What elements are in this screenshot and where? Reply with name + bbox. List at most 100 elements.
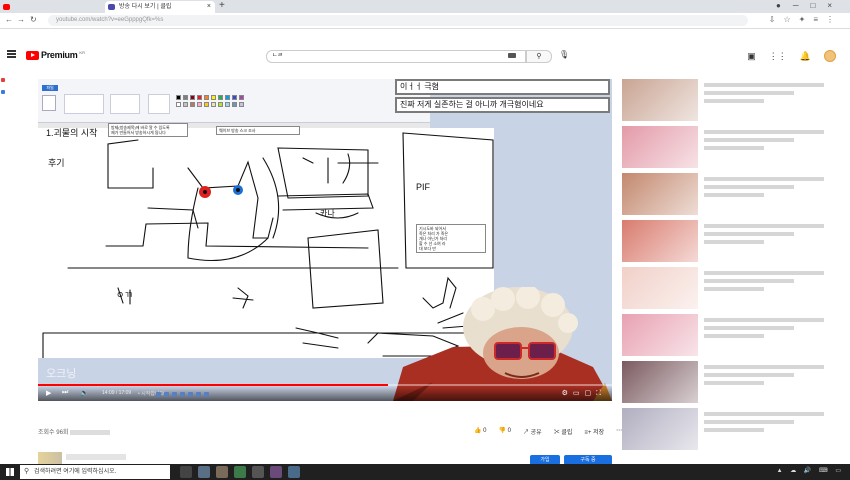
play-icon[interactable]: ▶ — [46, 389, 51, 397]
save-button[interactable]: ≡+ 저장 — [584, 427, 604, 436]
clip-button[interactable]: ✂ 클립 — [554, 427, 573, 436]
recommendation-text-placeholder — [704, 138, 794, 142]
recommendation-text-placeholder — [704, 130, 824, 134]
recommendation-thumbnail[interactable] — [622, 408, 698, 450]
reload-icon[interactable]: ↻ — [30, 15, 37, 24]
new-tab-button[interactable]: + — [219, 0, 225, 12]
logo-text: Premium — [41, 50, 78, 60]
note-line: 대 보다 만 — [419, 246, 436, 251]
youtube-favicon-icon — [3, 4, 10, 10]
recommendation-text-placeholder — [704, 224, 824, 228]
timecode: 14:09 / 17:09 — [102, 390, 132, 396]
window-controls[interactable]: ●─□× — [776, 0, 844, 12]
share-label: 공유 — [530, 430, 542, 436]
browser-tab-bar: 방송 다시 보기 | 클립 × + ●─□× — [0, 0, 850, 13]
dislike-button[interactable]: 👎 0 — [498, 427, 510, 436]
recommendation-thumbnail[interactable] — [622, 220, 698, 262]
recommendation-thumbnail[interactable] — [622, 173, 698, 215]
brushes-group — [148, 94, 170, 114]
browser-tab-youtube[interactable] — [0, 1, 28, 13]
browser-toolbar-icons[interactable]: ⇩☆✦≡⋮ — [769, 15, 842, 24]
share-button[interactable]: ↗ 공유 — [523, 427, 542, 436]
system-tray[interactable]: ▲ ☁ 🔊 ⌨ ▭ — [777, 467, 844, 474]
handwritten-text: 후기 — [48, 158, 65, 168]
address-bar-row: ← → ↻ youtube.com/watch?v=eeGpppgQfk=%s … — [0, 13, 850, 29]
app-icon[interactable] — [288, 466, 300, 478]
app-icon[interactable] — [216, 466, 228, 478]
recommendation-text-placeholder — [704, 412, 824, 416]
notifications-bell-icon[interactable]: 🔔 — [800, 51, 811, 62]
forward-icon[interactable]: → — [17, 15, 25, 24]
youtube-play-icon — [26, 50, 39, 60]
video-player[interactable]: 파일 1.괴물의 시작 후기 카나 PIF ㅇㄲ 방제(방송제목)에 바로 알 … — [38, 79, 612, 401]
search-button[interactable]: ⚲ — [526, 50, 552, 63]
recommendation-thumbnail[interactable] — [622, 361, 698, 403]
volume-icon[interactable]: 🔈 — [80, 389, 89, 397]
stream-taskbar — [156, 390, 266, 397]
taskbar-search-input[interactable]: 검색하려면 여기에 입력하십시오. — [20, 465, 170, 479]
taskview-icon[interactable] — [180, 466, 192, 478]
recommendation-item[interactable] — [622, 267, 850, 311]
youtube-header: Premium KR ㄴㄹ ⚲ 🎙 ▣ ⋮⋮ 🔔 — [0, 42, 850, 70]
app-icon[interactable] — [252, 466, 264, 478]
recommendation-thumbnail[interactable] — [622, 267, 698, 309]
app-icon[interactable] — [270, 466, 282, 478]
color-palette — [176, 95, 276, 113]
recommendation-item[interactable] — [622, 220, 850, 264]
image-tools-group — [64, 94, 104, 114]
bookmarks-bar — [0, 29, 850, 40]
handwritten-text: 1.괴물의 시작 — [46, 128, 98, 138]
browser-tab-active[interactable]: 방송 다시 보기 | 클립 × — [105, 1, 215, 13]
tab-label: 방송 다시 보기 | 클립 — [119, 4, 172, 10]
recommendation-item[interactable] — [622, 314, 850, 358]
apps-grid-icon[interactable]: ⋮⋮ — [769, 51, 787, 62]
recommendation-text-placeholder — [704, 146, 764, 150]
upload-date — [70, 429, 111, 435]
next-icon[interactable]: ⏭ — [62, 389, 68, 397]
search-input[interactable]: ㄴㄹ — [266, 50, 526, 63]
canvas-note-box: 웨이브 방송 스크 조사 — [216, 126, 300, 135]
indicator-icon — [1, 78, 5, 82]
create-video-icon[interactable]: ▣ — [747, 51, 756, 62]
recommendation-item[interactable] — [622, 126, 850, 170]
recommendation-text-placeholder — [704, 185, 794, 189]
windows-start-icon[interactable] — [6, 468, 14, 476]
channel-name[interactable] — [66, 454, 126, 460]
video-actions: 👍 0 👎 0 ↗ 공유 ✂ 클립 ≡+ 저장 ⋯ — [474, 427, 622, 436]
handwritten-text: ㅇㄲ — [116, 290, 133, 300]
recommendation-text-placeholder — [704, 271, 824, 275]
back-icon[interactable]: ← — [5, 15, 13, 24]
recommendation-item[interactable] — [622, 408, 850, 452]
handwritten-text: PIF — [416, 182, 431, 192]
recommendation-item[interactable] — [622, 173, 850, 217]
hamburger-menu-icon[interactable] — [7, 50, 16, 58]
recommendation-text-placeholder — [704, 232, 794, 236]
recommendation-item[interactable] — [622, 361, 850, 405]
app-icon[interactable] — [234, 466, 246, 478]
app-icon[interactable] — [198, 466, 210, 478]
recommendation-thumbnail[interactable] — [622, 79, 698, 121]
recommendation-text-placeholder — [704, 373, 794, 377]
recommendation-item[interactable] — [622, 79, 850, 123]
like-button[interactable]: 👍 0 — [474, 427, 486, 436]
left-edge-indicators — [0, 70, 6, 140]
youtube-logo[interactable]: Premium KR — [26, 50, 85, 60]
player-settings-icons[interactable]: ⚙▭▢⛶ — [562, 389, 606, 398]
logo-region: KR — [79, 49, 85, 55]
recommendation-thumbnail[interactable] — [622, 314, 698, 356]
recommendation-thumbnail[interactable] — [622, 126, 698, 168]
microphone-icon[interactable]: 🎙 — [559, 50, 569, 59]
recommendations-sidebar — [622, 79, 850, 464]
canvas-note-box: 방제(방송제목)에 바로 알 수 있도록 제가 만들어서 방송하시게 됩니다 — [108, 123, 188, 137]
close-tab-icon[interactable]: × — [207, 1, 211, 13]
channel-avatar[interactable] — [38, 452, 62, 464]
site-favicon-icon — [108, 4, 115, 10]
recommendation-text-placeholder — [704, 428, 764, 432]
like-count: 0 — [483, 428, 487, 434]
url-input[interactable]: youtube.com/watch?v=eeGpppgQfk=%s — [48, 15, 748, 26]
indicator-icon — [1, 90, 5, 94]
user-avatar[interactable] — [824, 50, 836, 62]
keyboard-icon[interactable] — [508, 53, 516, 58]
view-count: 조회수 96회 — [38, 430, 69, 436]
recommendation-text-placeholder — [704, 279, 794, 283]
